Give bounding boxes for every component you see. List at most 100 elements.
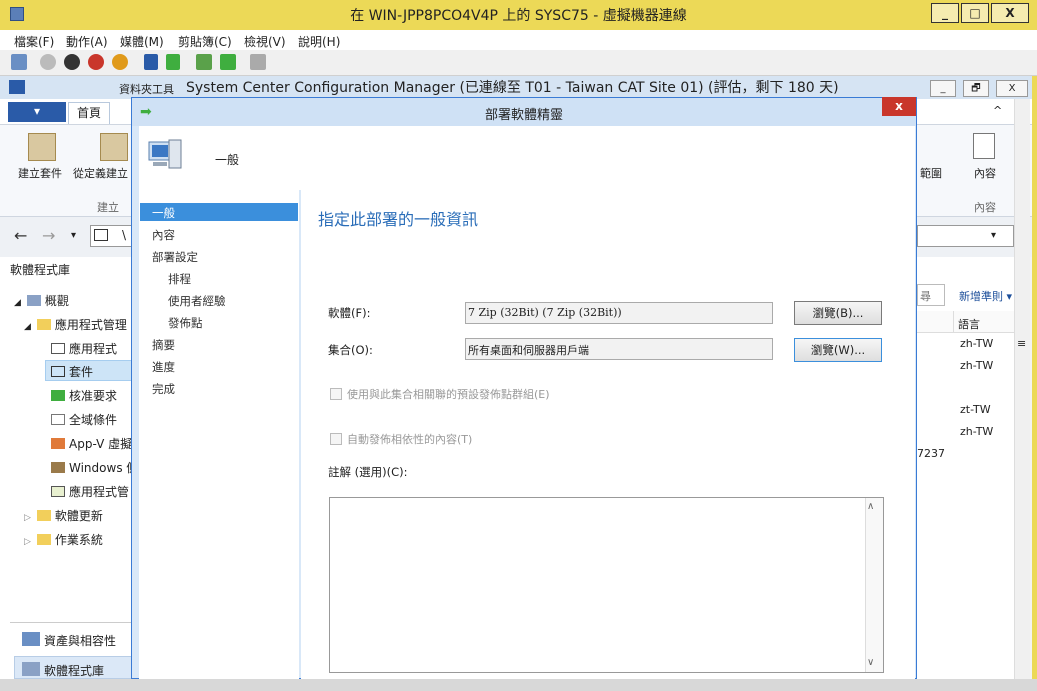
tree-item-applications[interactable]: 應用程式 (51, 340, 117, 357)
menu-file[interactable]: 檔案(F) (14, 33, 54, 50)
tree-expander[interactable]: ◢ (24, 322, 31, 332)
tree-item-global-conditions[interactable]: 全域條件 (51, 411, 117, 428)
tree-label: 核准要求 (69, 389, 118, 403)
step-summary[interactable]: 摘要 (152, 337, 175, 353)
tree-item-overview[interactable]: ◢ 概觀 (14, 292, 69, 309)
revert-icon[interactable] (220, 54, 236, 70)
comment-scrollbar[interactable] (865, 498, 883, 672)
workspace-label: 軟體程式庫 (44, 664, 105, 678)
package-folder-icon (94, 229, 108, 241)
browse-collection-button[interactable]: 瀏覽(W)... (794, 338, 882, 362)
create-from-definition-icon[interactable] (100, 133, 128, 161)
tree-expander[interactable]: ▷ (24, 513, 31, 523)
step-general[interactable]: 一般 (152, 205, 175, 221)
step-user-experience[interactable]: 使用者經驗 (168, 293, 226, 309)
history-dropdown[interactable]: ▾ (71, 230, 76, 241)
software-label: 軟體(F): (328, 306, 371, 320)
cm-window-title: System Center Configuration Manager (已連線… (186, 80, 839, 96)
tree-item-software-updates[interactable]: ▷ 軟體更新 (24, 507, 103, 524)
software-field[interactable]: 7 Zip (32Bit) (7 Zip (32Bit)) (465, 302, 773, 324)
step-content[interactable]: 內容 (152, 227, 175, 243)
step-progress[interactable]: 進度 (152, 359, 175, 375)
workspace-assets-compliance[interactable]: 資產與相容性 (22, 632, 116, 649)
tree-item-appv[interactable]: App-V 虛擬 (51, 435, 132, 452)
step-distribution-points[interactable]: 發佈點 (168, 315, 203, 331)
vm-minimize-button[interactable]: _ (931, 3, 959, 23)
tree-label: 概觀 (44, 294, 69, 308)
step-completion[interactable]: 完成 (152, 381, 175, 397)
create-package-button[interactable]: 建立套件 (18, 165, 62, 181)
back-button[interactable]: ← (14, 226, 27, 245)
create-from-definition-button[interactable]: 從定義建立 (73, 165, 131, 181)
folder-tools-tab[interactable]: 資料夾工具 (119, 81, 174, 97)
menu-help[interactable]: 說明(H) (298, 33, 340, 50)
browse-software-button[interactable]: 瀏覽(B)... (794, 301, 882, 325)
turn-off-icon[interactable] (64, 54, 80, 70)
menu-action[interactable]: 動作(A) (66, 33, 108, 50)
shutdown-icon[interactable] (88, 54, 104, 70)
cm-close-button[interactable]: X (996, 80, 1028, 97)
collection-field[interactable]: 所有桌面和伺服器用戶端 (465, 338, 773, 360)
scroll-up-button[interactable]: ∧ (867, 501, 874, 512)
forward-button[interactable]: → (42, 226, 55, 245)
pause-icon[interactable] (144, 54, 158, 70)
vm-maximize-button[interactable]: □ (961, 3, 989, 23)
auto-distribute-checkbox[interactable]: 自動發佈相依性的內容(T) (330, 431, 472, 447)
ribbon-home-tab[interactable]: 首頁 (68, 102, 110, 124)
ribbon-group-create: 建立 (97, 201, 119, 214)
results-scrollbar[interactable] (1014, 99, 1030, 679)
ribbon-collapse-button[interactable]: ^ (993, 104, 1002, 117)
tree-item-application-management[interactable]: ◢ 應用程式管理 (24, 316, 127, 333)
tree-item-application-catalog[interactable]: 應用程式管 (51, 483, 129, 500)
wizard-close-button[interactable]: x (882, 97, 916, 116)
cell-language: zh-TW (960, 425, 994, 438)
checkbox-box[interactable] (330, 388, 342, 400)
address-dropdown[interactable]: ▾ (991, 230, 996, 241)
tree-item-approval-requests[interactable]: 核准要求 (51, 387, 117, 404)
tree-label: 應用程式管理 (54, 318, 127, 332)
enhanced-session-icon[interactable] (250, 54, 266, 70)
ribbon-scope-button[interactable]: 範圍 (920, 165, 942, 181)
ctrl-alt-del-icon[interactable] (11, 54, 27, 70)
start-icon[interactable] (40, 54, 56, 70)
properties-button[interactable]: 內容 (974, 165, 996, 181)
add-criteria-link[interactable]: 新增準則 ▾ (959, 288, 1012, 304)
menu-view[interactable]: 檢視(V) (244, 33, 286, 50)
workspace-software-library[interactable]: 軟體程式庫 (22, 662, 104, 679)
cell-language: zt-TW (960, 403, 991, 416)
wizard-header (139, 126, 915, 190)
checkpoint-icon[interactable] (196, 54, 212, 70)
details-menu-icon[interactable]: ≡ (1017, 337, 1026, 350)
tree-item-windows-sideloading[interactable]: Windows 側 (51, 459, 138, 476)
tree-item-packages[interactable]: 套件 (51, 363, 93, 380)
checkbox-box[interactable] (330, 433, 342, 445)
cell-language: zh-TW (960, 359, 994, 372)
resume-icon[interactable] (166, 54, 180, 70)
default-dp-group-checkbox[interactable]: 使用與此集合相關聯的預設發佈點群組(E) (330, 386, 550, 402)
cm-minimize-button[interactable]: _ (930, 80, 956, 97)
tree-label: 套件 (69, 365, 94, 379)
comment-label: 註解 (選用)(C): (328, 465, 408, 479)
search-button[interactable]: 尋 (917, 284, 945, 306)
column-divider[interactable] (953, 311, 954, 333)
save-state-icon[interactable] (112, 54, 128, 70)
step-scheduling[interactable]: 排程 (168, 271, 191, 287)
tree-item-operating-systems[interactable]: ▷ 作業系統 (24, 531, 103, 548)
menu-clipboard[interactable]: 剪貼簿(C) (178, 33, 232, 50)
scroll-down-button[interactable]: ∨ (867, 657, 874, 668)
cm-restore-button[interactable]: 🗗 (963, 80, 989, 97)
menu-media[interactable]: 媒體(M) (120, 33, 164, 50)
tree-expander[interactable]: ◢ (14, 298, 21, 308)
tree-expander[interactable]: ▷ (24, 537, 31, 547)
package-icon (51, 366, 65, 377)
properties-icon[interactable] (973, 133, 995, 159)
step-deployment-settings[interactable]: 部署設定 (152, 249, 198, 265)
ribbon-file-tab[interactable]: ▾ (8, 102, 66, 122)
comment-textarea[interactable] (329, 497, 884, 673)
column-header-language[interactable]: 語言 (958, 316, 980, 332)
workspace-divider (10, 622, 132, 623)
create-package-icon[interactable] (28, 133, 56, 161)
vm-close-button[interactable]: X (991, 3, 1029, 23)
address-bar-right[interactable] (917, 225, 1014, 247)
assets-icon (22, 632, 40, 646)
